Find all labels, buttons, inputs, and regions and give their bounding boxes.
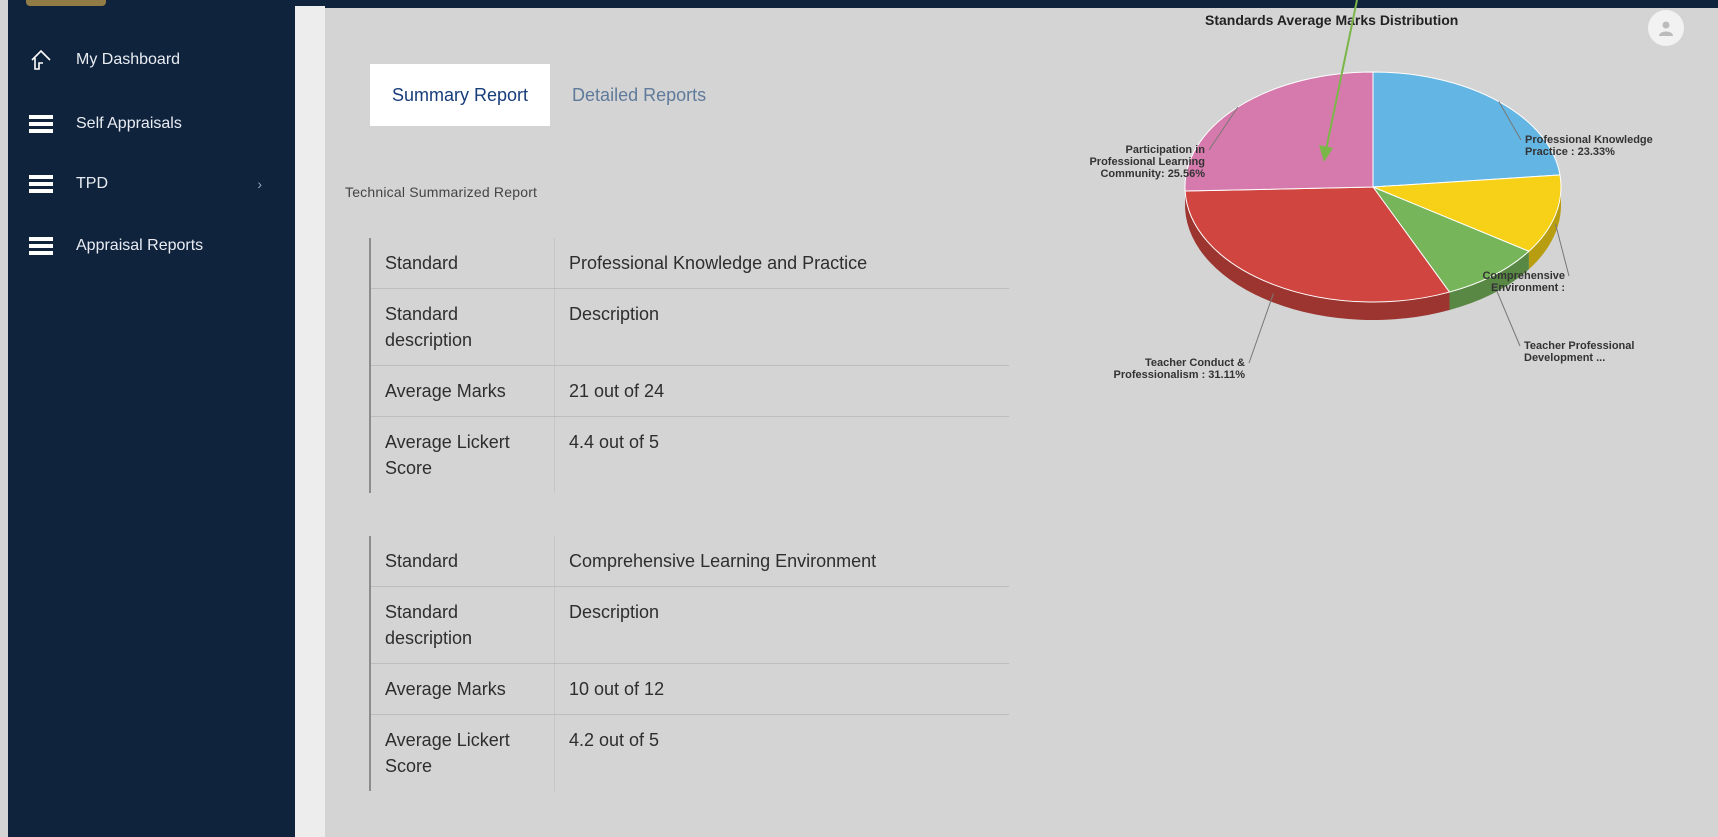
sidebar-item-label: Self Appraisals: [76, 115, 182, 132]
average-likert: 4.2 out of 5: [569, 730, 660, 750]
list-icon: [28, 113, 54, 135]
table-row: Average Lickert Score 4.4 out of 5: [371, 417, 1009, 493]
row-label: Average Lickert Score: [371, 715, 555, 791]
table-row: Average Marks 21 out of 24: [371, 366, 1009, 417]
pie-slice-label: Teacher Conduct & Professionalism : 31.1…: [1113, 357, 1245, 381]
row-label: Standard description: [371, 587, 555, 663]
tab-detailed-reports[interactable]: Detailed Reports: [550, 64, 728, 126]
pie-slice-label: Teacher Professional Development ...: [1524, 340, 1635, 364]
standard-description: Description: [569, 602, 660, 622]
sidebar-item-label: My Dashboard: [76, 51, 181, 68]
standard-name: Comprehensive Learning Environment: [569, 551, 877, 571]
row-label: Standard description: [371, 289, 555, 365]
row-label: Average Marks: [371, 664, 555, 714]
standard-name: Professional Knowledge and Practice: [569, 253, 868, 273]
standard-description: Description: [569, 304, 660, 324]
sidebar-item-dashboard[interactable]: My Dashboard: [28, 44, 278, 76]
report-title: Technical Summarized Report: [345, 184, 538, 200]
table-row: Standard Professional Knowledge and Prac…: [371, 238, 1009, 289]
content-gutter: [295, 6, 325, 837]
home-icon: [28, 49, 54, 71]
list-icon: [28, 235, 54, 257]
sidebar-item-appraisal-reports[interactable]: Appraisal Reports: [28, 230, 278, 262]
user-icon: [1659, 21, 1673, 36]
chevron-right-icon: ›: [257, 176, 262, 192]
sidebar-item-tpd[interactable]: TPD ›: [28, 168, 278, 200]
list-icon: [28, 173, 54, 195]
chart-title: Standards Average Marks Distribution: [1205, 12, 1459, 28]
pie-slice-label: Participation in Professional Learning C…: [1089, 144, 1205, 180]
report-tabs: Summary Report Detailed Reports: [370, 64, 728, 126]
row-label: Standard: [371, 238, 555, 288]
average-likert: 4.4 out of 5: [569, 432, 660, 452]
sidebar-item-label: TPD: [76, 175, 108, 192]
standard-table: Standard Professional Knowledge and Prac…: [369, 238, 1009, 493]
table-row: Average Lickert Score 4.2 out of 5: [371, 715, 1009, 791]
main-content: Summary Report Detailed Reports Technica…: [325, 8, 1718, 837]
table-row: Average Marks 10 out of 12: [371, 664, 1009, 715]
average-marks: 21 out of 24: [569, 381, 665, 401]
row-label: Standard: [371, 536, 555, 586]
tab-summary-report[interactable]: Summary Report: [370, 64, 551, 126]
pie-slice-label: Professional Knowledge Practice : 23.33%: [1525, 134, 1653, 158]
average-marks: 10 out of 12: [569, 679, 665, 699]
standard-table: Standard Comprehensive Learning Environm…: [369, 536, 1009, 791]
top-bar: [295, 0, 1718, 8]
table-row: Standard description Description: [371, 587, 1009, 664]
table-row: Standard description Description: [371, 289, 1009, 366]
sidebar-item-label: Appraisal Reports: [76, 237, 204, 254]
user-avatar[interactable]: [1648, 10, 1684, 46]
row-label: Average Lickert Score: [371, 417, 555, 493]
sidebar-item-self-appraisals[interactable]: Self Appraisals: [28, 108, 278, 140]
logo: [26, 0, 106, 6]
pie-slice-label: Comprehensive Environment :: [1482, 270, 1565, 294]
table-row: Standard Comprehensive Learning Environm…: [371, 536, 1009, 587]
row-label: Average Marks: [371, 366, 555, 416]
sidebar: My Dashboard Self Appraisals TPD › Appra…: [8, 0, 295, 837]
